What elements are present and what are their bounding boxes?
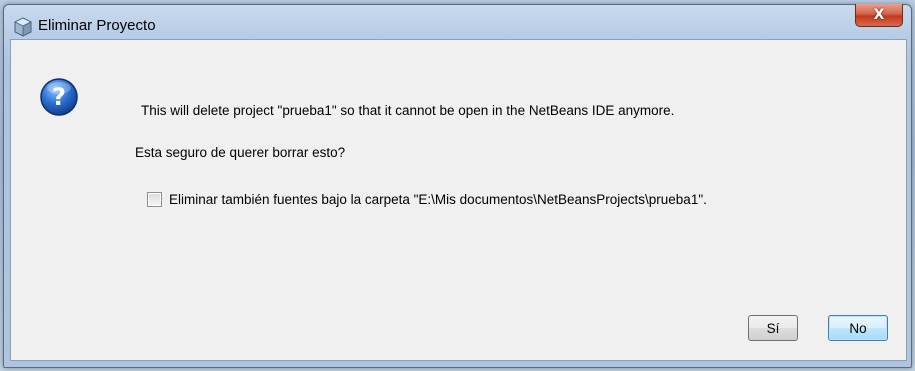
netbeans-cube-icon [14,17,32,37]
confirm-question: Esta seguro de querer borrar esto? [135,145,346,160]
close-icon: X [873,7,885,23]
dialog-content: ? This will delete project "prueba1" so … [10,39,907,361]
delete-sources-option[interactable]: Eliminar también fuentes bajo la carpeta… [147,192,707,207]
yes-button[interactable]: Sí [748,315,798,341]
close-button[interactable]: X [855,4,903,27]
no-button[interactable]: No [828,315,888,341]
question-icon: ? [40,78,78,116]
delete-sources-label[interactable]: Eliminar también fuentes bajo la carpeta… [169,192,707,207]
svg-text:?: ? [52,83,66,111]
window-title: Eliminar Proyecto [38,17,156,34]
delete-sources-checkbox[interactable] [147,192,162,207]
delete-project-dialog: Eliminar Proyecto X ? This will delete p… [3,4,912,368]
delete-message: This will delete project "prueba1" so th… [141,103,675,118]
